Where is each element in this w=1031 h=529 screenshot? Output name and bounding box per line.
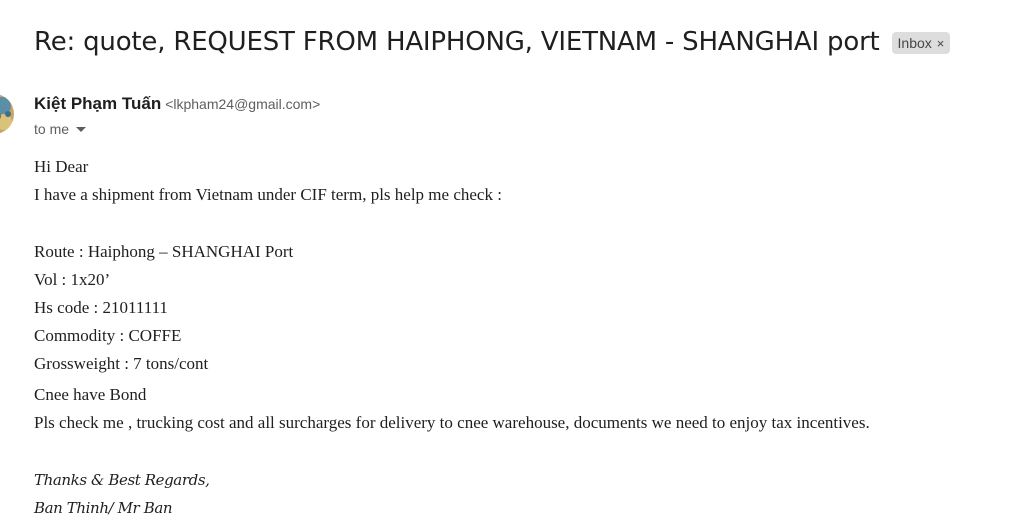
sender-email: <lkpham24@gmail.com>	[165, 96, 321, 112]
label-name: Inbox	[897, 35, 932, 51]
body-cnee: Cnee have Bond	[34, 385, 147, 404]
email-body: Hi Dear I have a shipment from Vietnam u…	[34, 155, 870, 524]
body-hs-code: Hs code : 21011111	[34, 298, 168, 317]
body-route: Route : Haiphong – SHANGHAI Port	[34, 242, 294, 261]
body-request: Pls check me , trucking cost and all sur…	[34, 413, 870, 432]
signature-name: Ban Thinh/ Mr Ban	[34, 499, 173, 517]
body-vol: Vol : 1x20’	[34, 270, 111, 289]
remove-label-icon[interactable]: ×	[937, 36, 945, 51]
sender-name[interactable]: Kiệt Phạm Tuấn	[34, 94, 161, 114]
inbox-label-chip[interactable]: Inbox ×	[891, 32, 951, 54]
email-subject: Re: quote, REQUEST FROM HAIPHONG, VIETNA…	[34, 27, 880, 57]
caret-down-icon[interactable]	[76, 126, 87, 132]
subject-row: Re: quote, REQUEST FROM HAIPHONG, VIETNA…	[34, 22, 951, 62]
body-greeting: Hi Dear	[34, 157, 89, 176]
body-commodity: Commodity : COFFE	[34, 326, 182, 345]
avatar-icon[interactable]	[0, 94, 14, 134]
sender-row: Kiệt Phạm Tuấn <lkpham24@gmail.com>	[34, 94, 320, 114]
body-grossweight: Grossweight : 7 tons/cont	[34, 354, 209, 373]
body-intro: I have a shipment from Vietnam under CIF…	[34, 185, 502, 204]
signature-closing: Thanks & Best Regards,	[34, 471, 210, 489]
recipient-row[interactable]: to me	[34, 121, 87, 137]
recipient-text: to me	[34, 121, 70, 137]
